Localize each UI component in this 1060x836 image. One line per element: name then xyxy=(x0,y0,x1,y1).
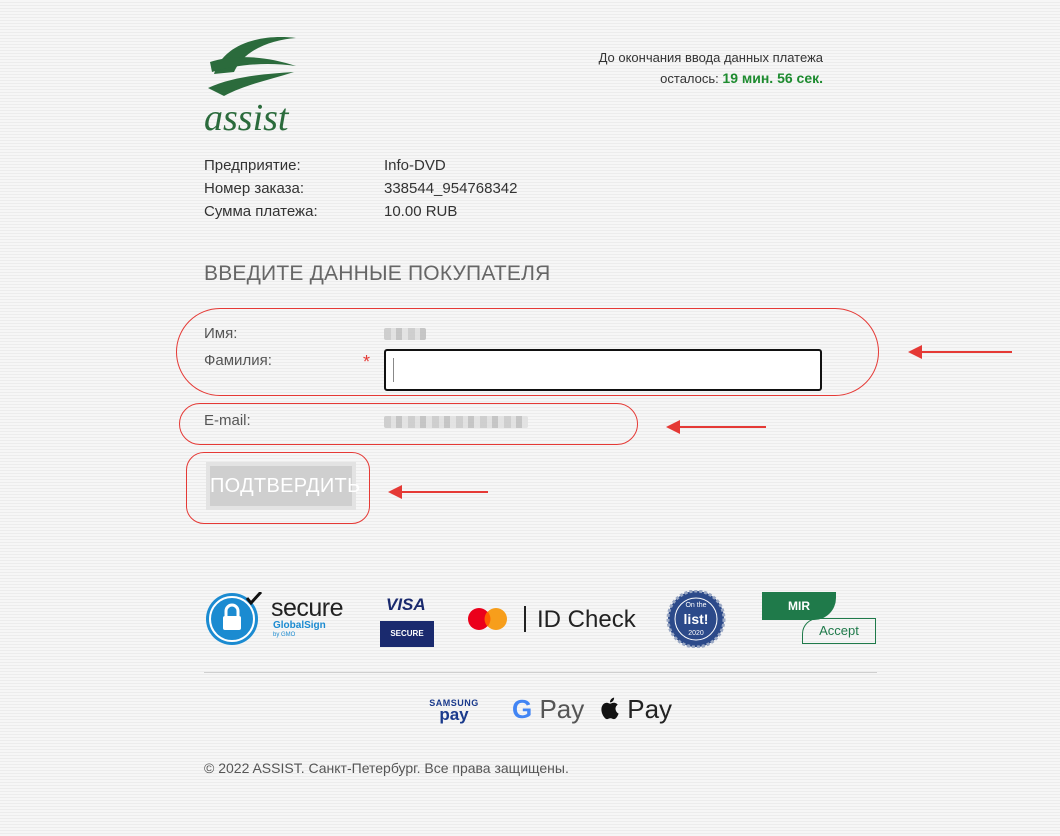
amount-value: 10.00 RUB xyxy=(384,203,458,220)
mastercard-icon xyxy=(468,606,526,632)
apple-pay-text: Pay xyxy=(627,694,673,724)
merchant-label: Предприятие: xyxy=(204,157,301,174)
footer-divider xyxy=(204,672,877,673)
secure-lock-icon xyxy=(206,590,263,645)
annotation-ring-email xyxy=(179,403,638,445)
section-title: ВВЕДИТЕ ДАННЫЕ ПОКУПАТЕЛЯ xyxy=(204,262,551,285)
visa-logo-text: VISA xyxy=(386,595,426,614)
google-pay-logo: G Pay xyxy=(512,694,584,725)
idcheck-text: ID Check xyxy=(537,606,636,633)
list-badge-mid: list! xyxy=(684,611,709,627)
timer-label: До окончания ввода данных платежа xyxy=(598,50,823,65)
order-number-label: Номер заказа: xyxy=(204,180,305,197)
merchant-value: Info-DVD xyxy=(384,157,446,174)
samsung-pay-logo: SAMSUNG pay xyxy=(426,697,482,724)
globalsign-secure-badge: secure GlobalSign by GMO xyxy=(205,590,355,646)
copyright-text: © 2022 ASSIST. Санкт-Петербург. Все прав… xyxy=(204,760,569,776)
logo-text: assist xyxy=(204,97,289,139)
annotation-arrow-email xyxy=(666,420,766,434)
google-pay-text: Pay xyxy=(539,694,585,724)
annotation-ring-name xyxy=(176,308,879,396)
list-badge-year: 2020 xyxy=(688,630,704,637)
visa-secure-badge: VISA SECURE xyxy=(380,595,434,647)
timer-remaining: 19 мин. 56 сек. xyxy=(722,70,823,86)
timer-line2: осталось: 19 мин. 56 сек. xyxy=(599,68,823,89)
google-g-icon: G xyxy=(512,694,533,724)
payment-timer: До окончания ввода данных платежа остало… xyxy=(599,48,823,89)
gmo-text: by GMO xyxy=(273,632,296,638)
amount-label: Сумма платежа: xyxy=(204,203,318,220)
visa-secure-text: SECURE xyxy=(380,621,434,647)
apple-pay-logo: Pay xyxy=(600,694,672,725)
mir-accept-badge: MIR Accept xyxy=(762,592,878,646)
annotation-ring-button xyxy=(186,452,370,524)
mir-logo: MIR xyxy=(762,592,836,620)
secure-text: secure xyxy=(271,594,344,622)
list-badge-top: On the xyxy=(685,602,706,609)
apple-icon xyxy=(601,697,619,720)
globalsign-text: GlobalSign xyxy=(273,620,326,631)
annotation-arrow-button xyxy=(388,485,488,499)
order-number-value: 338544_954768342 xyxy=(384,180,518,197)
assist-logo: assist xyxy=(204,32,300,138)
samsung-pay-text: pay xyxy=(439,705,469,724)
annotation-arrow-name xyxy=(908,345,1012,359)
on-the-list-seal-icon: On the list! 2020 xyxy=(666,589,726,649)
mir-accept-text: Accept xyxy=(802,618,876,644)
timer-prefix: осталось: xyxy=(660,71,719,86)
assist-leaf-icon xyxy=(208,37,296,96)
on-the-list-badge: On the list! 2020 xyxy=(666,589,726,649)
mastercard-idcheck-badge: ID Check xyxy=(467,604,637,636)
